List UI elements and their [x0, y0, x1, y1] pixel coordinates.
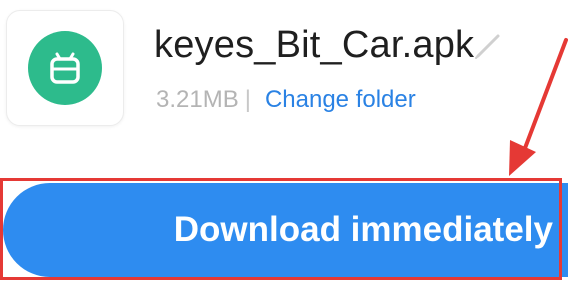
file-size: 3.21MB: [156, 86, 239, 113]
change-folder-link[interactable]: Change folder: [265, 86, 416, 114]
pencil-icon[interactable]: [470, 28, 506, 69]
file-meta-row: 3.21MB | Change folder: [156, 86, 416, 114]
meta-separator: |: [244, 86, 251, 113]
annotation-highlight-box: [0, 178, 562, 280]
file-name: keyes_Bit_Car.apk: [154, 24, 475, 66]
app-icon-tile: [6, 10, 124, 126]
android-icon: [28, 31, 102, 105]
